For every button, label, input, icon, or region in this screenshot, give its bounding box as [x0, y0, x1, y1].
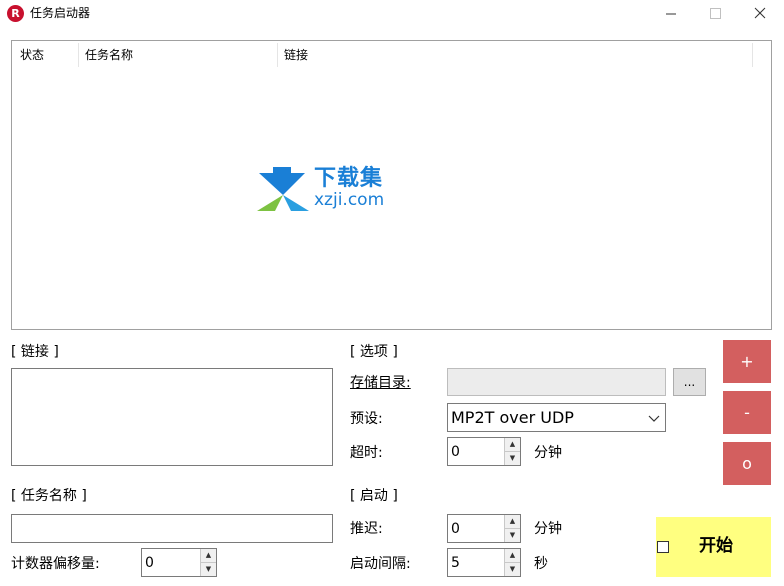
watermark-text: 下载集 — [314, 166, 384, 191]
interval-stepper[interactable]: 5 ▲ ▼ — [447, 548, 521, 577]
interval-value[interactable]: 5 — [451, 554, 460, 572]
interval-label: 启动间隔: — [350, 556, 411, 572]
maximize-icon — [710, 8, 721, 19]
delay-unit: 分钟 — [534, 521, 562, 537]
task-list[interactable]: 状态 任务名称 链接 — [11, 40, 772, 330]
delay-value[interactable]: 0 — [451, 520, 460, 538]
maximize-button[interactable] — [693, 0, 738, 28]
start-button[interactable]: 开始 — [656, 517, 771, 577]
window-title: 任务启动器 — [30, 6, 91, 20]
column-separator[interactable] — [78, 43, 79, 67]
timeout-label: 超时: — [350, 445, 383, 461]
spin-down-icon[interactable]: ▼ — [505, 562, 520, 576]
reset-button[interactable]: o — [723, 442, 771, 485]
close-button[interactable] — [737, 0, 782, 28]
taskname-section-header: [ 任务名称 ] — [11, 488, 87, 504]
column-header-link[interactable]: 链接 — [284, 47, 308, 63]
spin-down-icon[interactable]: ▼ — [505, 528, 520, 542]
taskname-input[interactable] — [11, 514, 333, 543]
start-section-header: [ 启动 ] — [350, 488, 398, 504]
browse-button[interactable]: ... — [673, 368, 706, 396]
chevron-down-icon — [648, 415, 660, 422]
spin-up-icon[interactable]: ▲ — [201, 549, 216, 563]
remove-task-button[interactable]: - — [723, 391, 771, 434]
minimize-icon — [666, 13, 676, 15]
delay-label: 推迟: — [350, 521, 383, 537]
timeout-stepper[interactable]: 0 ▲ ▼ — [447, 437, 521, 466]
spin-down-icon[interactable]: ▼ — [201, 562, 216, 576]
add-task-button[interactable]: + — [723, 340, 771, 383]
timeout-value[interactable]: 0 — [451, 443, 460, 461]
spin-down-icon[interactable]: ▼ — [505, 451, 520, 465]
preset-label: 预设: — [350, 411, 383, 427]
counter-offset-value[interactable]: 0 — [145, 554, 154, 572]
counter-offset-stepper[interactable]: 0 ▲ ▼ — [141, 548, 217, 577]
column-separator[interactable] — [277, 43, 278, 67]
minimize-button[interactable] — [649, 0, 694, 28]
column-header-task-name[interactable]: 任务名称 — [85, 47, 133, 63]
close-icon — [754, 7, 766, 19]
storage-dir-label[interactable]: 存储目录: — [350, 374, 411, 392]
title-bar: R 任务启动器 — [0, 0, 784, 28]
storage-dir-input[interactable] — [447, 368, 666, 396]
watermark-logo-icon — [257, 167, 309, 211]
links-textarea[interactable] — [11, 368, 333, 466]
watermark-url: xzji.com — [314, 190, 385, 210]
counter-offset-label: 计数器偏移量: — [11, 556, 100, 572]
column-separator[interactable] — [752, 43, 753, 67]
preset-value: MP2T over UDP — [451, 408, 574, 427]
spin-up-icon[interactable]: ▲ — [505, 438, 520, 452]
options-section-header: [ 选项 ] — [350, 344, 398, 360]
preset-select[interactable]: MP2T over UDP — [447, 403, 666, 432]
column-header-status[interactable]: 状态 — [20, 47, 44, 63]
spin-up-icon[interactable]: ▲ — [505, 515, 520, 529]
timeout-unit: 分钟 — [534, 445, 562, 461]
delay-stepper[interactable]: 0 ▲ ▼ — [447, 514, 521, 543]
links-section-header: [ 链接 ] — [11, 344, 59, 360]
spin-up-icon[interactable]: ▲ — [505, 549, 520, 563]
start-checkbox[interactable] — [657, 541, 669, 553]
app-icon: R — [7, 5, 24, 22]
interval-unit: 秒 — [534, 556, 548, 572]
start-button-label: 开始 — [699, 536, 733, 556]
